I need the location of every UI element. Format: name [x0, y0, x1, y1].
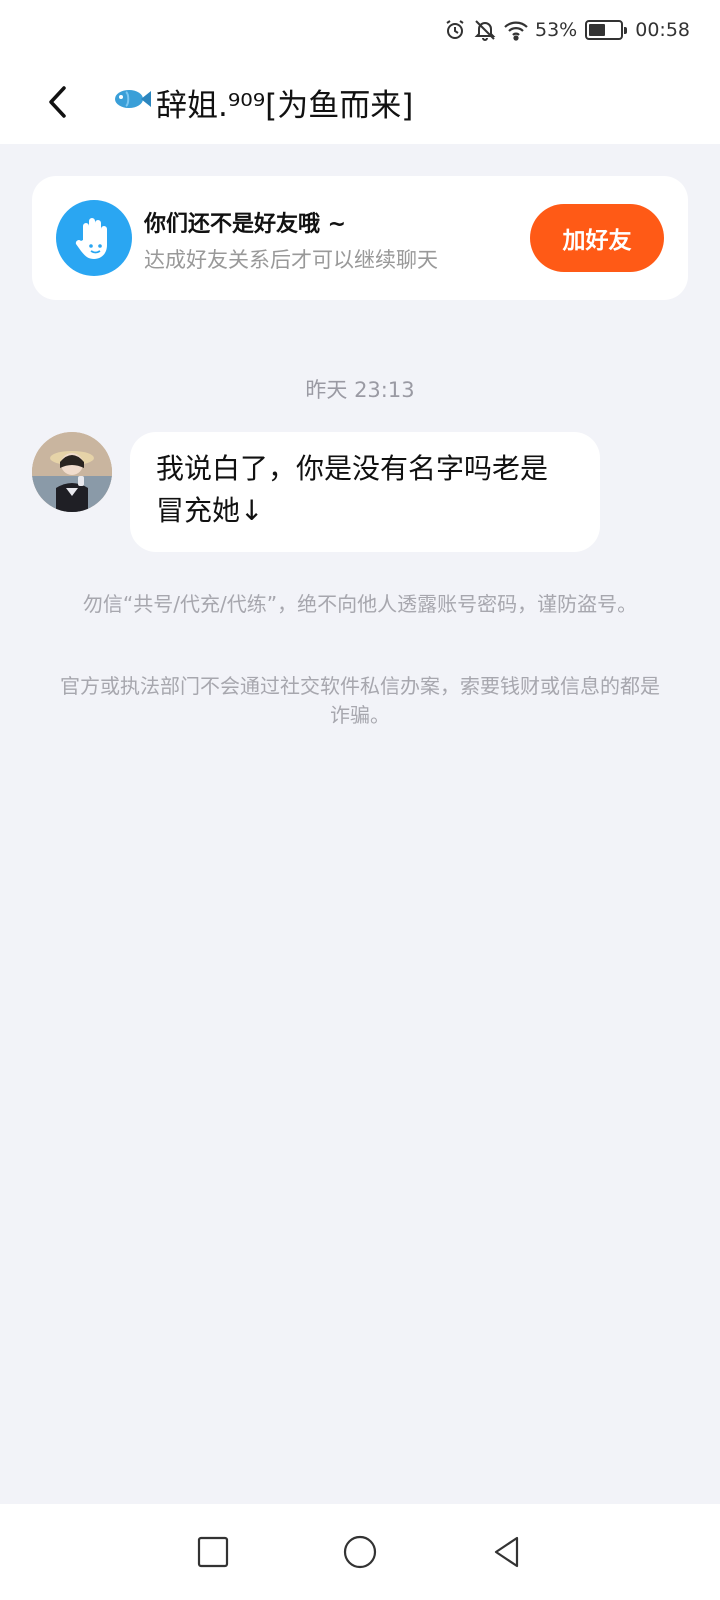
message-bubble[interactable]: 我说白了，你是没有名字吗老是冒充她↓	[130, 432, 600, 552]
system-back-button[interactable]	[483, 1528, 531, 1576]
status-bar: 53% 00:58	[0, 0, 720, 60]
battery-text: 53%	[535, 19, 578, 41]
back-button[interactable]	[30, 74, 86, 130]
banner-title: 你们还不是好友哦 ~	[144, 212, 347, 237]
add-friend-button[interactable]: 加好友	[530, 204, 664, 272]
banner-subtitle: 达成好友关系后才可以继续聊天	[144, 248, 438, 272]
contact-name: 辞姐.⁹⁰⁹[为鱼而来]	[156, 87, 414, 124]
fraud-notice: 官方或执法部门不会通过社交软件私信办案，索要钱财或信息的都是诈骗。	[60, 674, 660, 727]
home-icon	[343, 1535, 377, 1569]
avatar[interactable]	[32, 432, 112, 512]
back-triangle-icon	[494, 1536, 518, 1568]
status-icons: 53% 00:58	[443, 16, 690, 44]
chat-screen: 53% 00:58 辞姐.⁹⁰⁹[为鱼而来] 你们还不是好友哦 ~ 达成好友关系…	[0, 0, 720, 1600]
security-notice: 勿信“共号/代充/代练”，绝不向他人透露账号密码，谨防盗号。	[82, 592, 638, 616]
battery-icon	[585, 20, 628, 40]
fish-icon	[112, 84, 152, 120]
chevron-left-icon	[49, 86, 66, 118]
system-nav-bar	[0, 1504, 720, 1600]
chat-header: 辞姐.⁹⁰⁹[为鱼而来]	[0, 60, 720, 144]
chat-title[interactable]: 辞姐.⁹⁰⁹[为鱼而来]	[112, 74, 413, 130]
alarm-icon	[443, 18, 467, 42]
recent-apps-button[interactable]	[189, 1528, 237, 1576]
not-friends-banner: 你们还不是好友哦 ~ 达成好友关系后才可以继续聊天 加好友	[32, 176, 688, 300]
home-button[interactable]	[336, 1528, 384, 1576]
battery-fill	[589, 24, 606, 36]
message-timestamp: 昨天 23:13	[305, 378, 415, 402]
recent-apps-icon	[198, 1536, 229, 1568]
clock: 00:58	[635, 19, 690, 41]
bell-muted-icon	[473, 18, 497, 42]
waving-hand-icon	[56, 200, 132, 276]
wifi-icon	[503, 19, 529, 41]
